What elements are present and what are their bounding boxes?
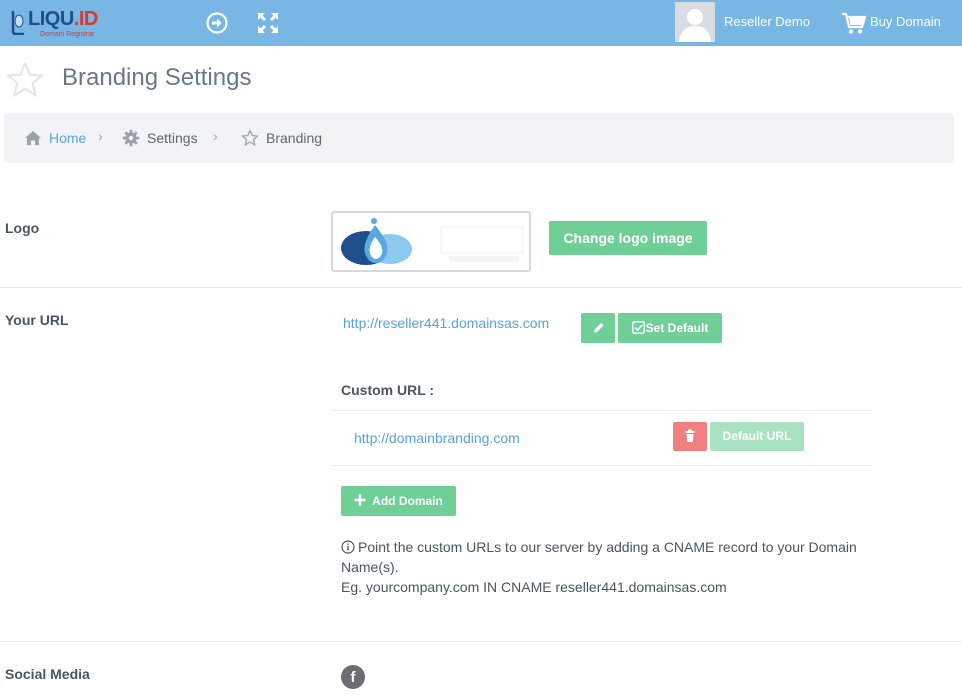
user-name-link[interactable]: Reseller Demo [724, 14, 810, 29]
logo-drop-icon [341, 218, 524, 265]
buy-domain-link[interactable]: Buy Domain [870, 14, 941, 29]
breadcrumb-separator: › [213, 128, 218, 144]
gear-icon [122, 129, 140, 147]
cart-icon[interactable] [841, 11, 867, 35]
cname-info: Point the custom URLs to our server by a… [341, 537, 861, 597]
current-logo-preview [331, 211, 531, 272]
fullscreen-icon[interactable] [256, 11, 280, 35]
social-media-label: Social Media [5, 666, 90, 682]
section-divider [0, 641, 962, 642]
checkbox-icon [631, 321, 645, 334]
breadcrumb-home[interactable]: Home [49, 130, 86, 146]
logo-mark-icon [11, 11, 24, 35]
top-navbar: LIQU.ID Domain Registrar Reseller Demo B… [0, 0, 962, 46]
user-avatar[interactable] [675, 2, 715, 42]
logo-text: LIQU.ID [28, 8, 98, 30]
info-icon [341, 540, 355, 554]
delete-url-button[interactable] [673, 422, 707, 451]
edit-url-button[interactable] [581, 313, 615, 343]
add-domain-button[interactable]: Add Domain [341, 486, 456, 516]
user-silhouette-icon [679, 9, 711, 42]
set-default-button[interactable]: Set Default [618, 313, 722, 343]
breadcrumb-separator: › [98, 128, 103, 144]
star-icon [241, 129, 259, 146]
page-title: Branding Settings [62, 64, 252, 91]
breadcrumb: Home › Settings › Branding [4, 113, 954, 163]
pencil-icon [594, 323, 604, 333]
custom-url-top-border [332, 410, 872, 411]
breadcrumb-branding: Branding [266, 130, 323, 146]
info-text: Point the custom URLs to our server by a… [341, 539, 857, 575]
custom-url-heading: Custom URL : [341, 382, 435, 398]
custom-url-link[interactable]: http://domainbranding.com [354, 430, 520, 446]
trash-icon [685, 429, 695, 442]
logo-label: Logo [5, 220, 40, 236]
logo-tagline: Domain Registrar [40, 31, 95, 38]
your-url-label: Your URL [5, 312, 69, 328]
sidebar-toggle-icon[interactable] [205, 11, 229, 35]
plus-icon [354, 494, 366, 506]
custom-url-bottom-border [332, 465, 872, 466]
info-example: Eg. yourcompany.com IN CNAME reseller441… [341, 579, 727, 595]
set-default-label: Set Default [645, 321, 709, 335]
add-domain-label: Add Domain [372, 494, 443, 508]
home-icon [25, 131, 41, 145]
star-icon [6, 61, 44, 97]
facebook-icon[interactable]: f [341, 665, 365, 689]
reseller-url-link[interactable]: http://reseller441.domainsas.com [343, 315, 549, 331]
brand-logo[interactable]: LIQU.ID Domain Registrar [10, 6, 100, 40]
breadcrumb-settings[interactable]: Settings [147, 130, 198, 146]
change-logo-button[interactable]: Change logo image [549, 221, 707, 255]
default-url-button[interactable]: Default URL [710, 422, 804, 451]
section-divider [0, 287, 962, 288]
